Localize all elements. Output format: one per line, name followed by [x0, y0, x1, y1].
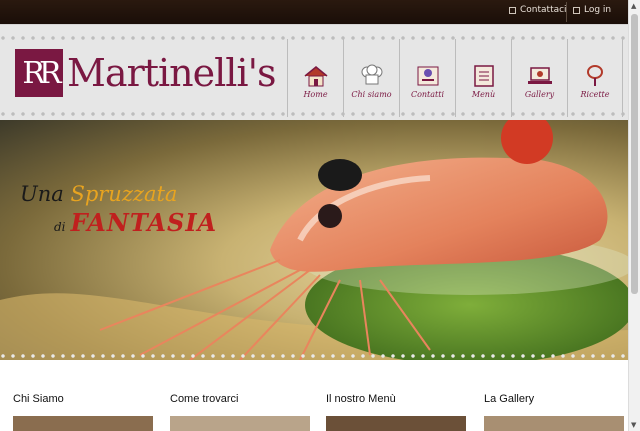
- nav-item-ricette[interactable]: Ricette: [567, 39, 623, 117]
- nav-label-menu: Menù: [471, 90, 496, 99]
- menu-book-icon: [473, 65, 494, 87]
- nav-label-gallery: Gallery: [524, 90, 555, 99]
- checkbox-icon: [573, 6, 580, 14]
- scrollbar-thumb[interactable]: [631, 14, 638, 294]
- section-thumb-gallery[interactable]: [484, 416, 624, 431]
- nav-item-menu[interactable]: Menù: [455, 39, 511, 117]
- scroll-down-arrow-icon[interactable]: ▼: [631, 421, 636, 429]
- logo-name: Martinelli's: [67, 51, 277, 95]
- nav-label-contatti: Contatti: [410, 90, 445, 99]
- nav-label-ricette: Ricette: [580, 90, 610, 99]
- logo-mark: RR: [15, 49, 63, 97]
- hero-tagline-line2: di FANTASIA: [54, 208, 217, 237]
- site-logo[interactable]: RR Martinelli's: [15, 49, 277, 97]
- laptop-gallery-icon: [527, 67, 552, 84]
- topbar-divider: [566, 2, 567, 22]
- tagline-word-highlight: FANTASIA: [70, 208, 218, 237]
- stitch-border-bottom: [0, 109, 628, 119]
- section-title-menu[interactable]: Il nostro Menù: [326, 393, 396, 405]
- contact-link[interactable]: Contattaci: [509, 5, 567, 15]
- section-title-come-trovarci[interactable]: Come trovarci: [170, 393, 238, 405]
- nav-item-contatti[interactable]: Contatti: [399, 39, 455, 117]
- nav-item-home[interactable]: Home: [287, 39, 343, 117]
- nav-item-chi-siamo[interactable]: Chi siamo: [343, 39, 399, 117]
- hero-tagline-line1: Una Spruzzata: [20, 182, 177, 206]
- chef-hat-icon: [361, 64, 382, 85]
- tagline-word: di: [54, 220, 66, 234]
- sections-row: Chi Siamo Come trovarci Il nostro Menù L…: [0, 360, 628, 431]
- contact-card-icon: [417, 66, 438, 86]
- top-bar: Contattaci Log in: [0, 0, 628, 24]
- stitch-border-hero: [0, 351, 628, 360]
- nav-item-gallery[interactable]: Gallery: [511, 39, 567, 117]
- section-title-gallery[interactable]: La Gallery: [484, 393, 534, 405]
- whisk-recipe-icon: [587, 65, 603, 86]
- house-icon: [304, 66, 327, 87]
- section-thumb-chi-siamo[interactable]: [13, 416, 153, 431]
- page-scrollbar[interactable]: ▲ ▼: [628, 0, 640, 431]
- section-title-chi-siamo[interactable]: Chi Siamo: [13, 393, 64, 405]
- contact-link-label: Contattaci: [520, 5, 567, 15]
- nav-label-home: Home: [303, 90, 328, 99]
- hero-banner: Una Spruzzata di FANTASIA: [0, 120, 628, 360]
- nav-label-chi-siamo: Chi siamo: [351, 90, 392, 99]
- shrimp-dish-image: [0, 120, 628, 360]
- section-thumb-menu[interactable]: [326, 416, 466, 431]
- checkbox-icon: [509, 6, 516, 14]
- tagline-word: Una: [20, 182, 64, 206]
- main-nav: Home Chi siamo Contatti Menù Gallery Ric…: [287, 39, 623, 117]
- login-link[interactable]: Log in: [573, 5, 611, 15]
- tagline-word-highlight: Spruzzata: [70, 182, 178, 206]
- login-link-label: Log in: [584, 5, 612, 15]
- scroll-up-arrow-icon[interactable]: ▲: [631, 2, 636, 10]
- site-header: RR Martinelli's Home Chi siamo Contatti …: [0, 24, 628, 120]
- section-thumb-come-trovarci[interactable]: [170, 416, 310, 431]
